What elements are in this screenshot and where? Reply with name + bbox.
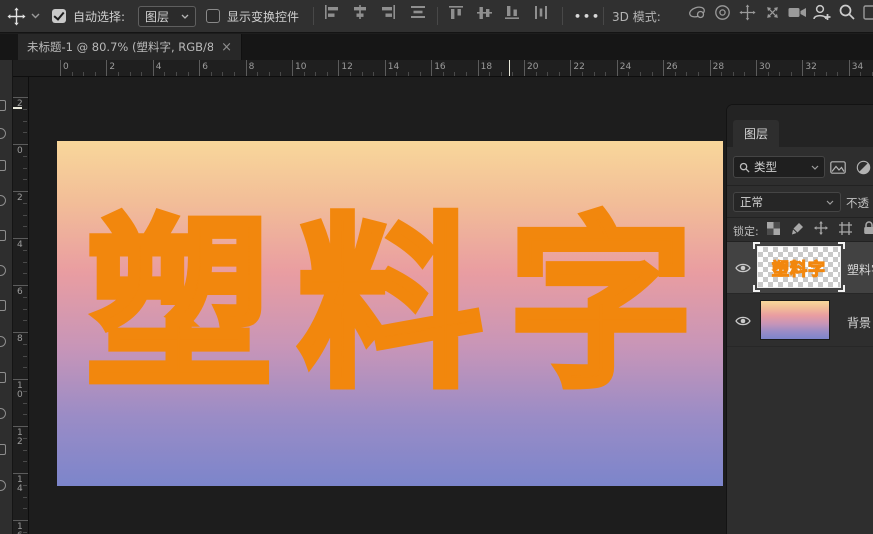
layer-filter-value: 类型 <box>754 160 777 174</box>
document-tab[interactable]: 未标题-1 @ 80.7% (塑料字, RGB/8#) * × <box>18 34 242 60</box>
layers-panel: 图层 类型 正常 不透 锁定: 塑料字 塑料 背景 <box>727 105 873 534</box>
tool-icon-fragment <box>0 336 6 347</box>
divider <box>727 217 873 218</box>
canvas-art-text: 塑料字 <box>84 197 720 413</box>
tool-icon-fragment <box>0 128 6 139</box>
divider <box>313 7 314 25</box>
workspace-icon[interactable] <box>861 0 873 24</box>
tool-icon-fragment <box>0 408 6 419</box>
chevron-down-icon <box>811 165 819 170</box>
tool-icon-fragment <box>0 195 6 206</box>
selection-corner <box>838 242 845 249</box>
tools-panel-edge[interactable] <box>0 60 13 534</box>
more-options-button[interactable]: ••• <box>574 0 601 32</box>
3d-roll-icon[interactable] <box>711 0 733 24</box>
lock-position-icon[interactable] <box>813 220 829 236</box>
distribute-horizontal-button[interactable] <box>530 0 552 24</box>
chevron-down-icon <box>826 200 834 205</box>
show-transform-checkbox[interactable] <box>206 0 220 32</box>
tool-icon-fragment <box>0 160 6 171</box>
tool-icon-fragment <box>0 100 6 111</box>
lock-label: 锁定: <box>733 225 759 238</box>
show-transform-label: 显示变换控件 <box>227 9 300 24</box>
visibility-eye-icon[interactable] <box>735 262 751 274</box>
photoshop-window: 自动选择: 图层 显示变换控件 ••• 3D 模式: 未标题-1 @ 80.7%… <box>0 0 873 534</box>
move-tool-icon <box>7 7 26 26</box>
horizontal-ruler[interactable]: 0 2 4 6 8 10 12 14 16 18 20 22 24 26 28 30 32 34 <box>13 60 873 77</box>
auto-select-label: 自动选择: <box>73 9 126 24</box>
lock-artboard-icon[interactable] <box>837 220 853 236</box>
tool-icon-fragment <box>0 480 6 491</box>
divider <box>727 346 873 347</box>
opacity-label: 不透 <box>846 196 869 210</box>
thumbnail-text: 塑料字 <box>771 259 826 280</box>
tool-preset-chevron-icon[interactable] <box>31 0 40 32</box>
align-bottom-button[interactable] <box>502 0 524 24</box>
mode-3d-label: 3D 模式: <box>612 9 661 24</box>
canvas[interactable]: 塑料字 <box>57 141 723 486</box>
cursor-position-marker <box>509 60 510 76</box>
selection-corner <box>753 285 760 292</box>
auto-select-target-dropdown[interactable]: 图层 <box>138 0 196 32</box>
layer-row-plastic-text[interactable]: 塑料字 塑料字 <box>727 242 873 293</box>
ellipsis-icon: ••• <box>574 9 602 23</box>
layer-filter-field[interactable]: 类型 <box>733 156 825 178</box>
divider <box>437 7 438 25</box>
move-tool-button[interactable] <box>7 0 26 32</box>
options-bar: 自动选择: 图层 显示变换控件 ••• 3D 模式: <box>0 0 873 33</box>
layer-name[interactable]: 背景 <box>847 314 871 331</box>
divider <box>562 7 563 25</box>
auto-select-checkbox[interactable] <box>52 0 66 32</box>
layer-row-background[interactable]: 背景 <box>727 294 873 346</box>
align-top-button[interactable] <box>446 0 468 24</box>
blend-mode-dropdown[interactable]: 正常 <box>733 192 841 212</box>
align-left-button[interactable] <box>321 0 343 24</box>
filter-pixel-layers-icon[interactable] <box>828 158 848 176</box>
lock-all-icon[interactable] <box>861 220 873 236</box>
chevron-down-icon <box>181 14 189 19</box>
lock-image-pixels-icon[interactable] <box>789 220 805 236</box>
auto-select-target-value: 图层 <box>145 9 170 24</box>
share-user-icon[interactable] <box>810 0 832 24</box>
3d-pan-icon[interactable] <box>736 0 758 24</box>
align-right-button[interactable] <box>377 0 399 24</box>
tool-icon-fragment <box>0 230 6 241</box>
3d-orbit-icon[interactable] <box>686 0 708 24</box>
selection-corner <box>753 242 760 249</box>
selection-corner <box>838 285 845 292</box>
document-tab-bar: 未标题-1 @ 80.7% (塑料字, RGB/8#) * × <box>0 34 873 60</box>
camera-icon[interactable] <box>786 0 808 24</box>
tool-icon-fragment <box>0 265 6 276</box>
layer-thumbnail[interactable]: 塑料字 <box>757 246 841 288</box>
tab-layers[interactable]: 图层 <box>733 120 780 147</box>
tool-icon-fragment <box>0 372 6 383</box>
lock-transparent-pixels-icon[interactable] <box>765 220 781 236</box>
layers-panel-tabbar: 图层 <box>727 105 873 147</box>
layer-thumbnail[interactable] <box>760 300 830 340</box>
3d-slide-icon[interactable] <box>761 0 783 24</box>
search-icon[interactable] <box>836 0 858 24</box>
cursor-position-marker <box>13 107 22 109</box>
visibility-eye-icon[interactable] <box>735 315 751 327</box>
distribute-vertical-button[interactable] <box>407 0 429 24</box>
document-tab-title: 未标题-1 @ 80.7% (塑料字, RGB/8#) * <box>27 40 214 54</box>
blend-mode-value: 正常 <box>740 195 763 209</box>
filter-adjustment-layers-icon[interactable] <box>853 158 873 176</box>
layer-name[interactable]: 塑料字 <box>847 261 873 278</box>
search-icon <box>739 162 750 173</box>
align-vertical-centers-button[interactable] <box>474 0 496 24</box>
align-horizontal-centers-button[interactable] <box>349 0 371 24</box>
divider <box>727 185 873 186</box>
tool-icon-fragment <box>0 444 6 455</box>
divider <box>603 7 604 25</box>
tool-icon-fragment <box>0 300 6 311</box>
vertical-ruler[interactable]: 2024681 01 21 41 6 <box>13 77 29 534</box>
tab-close-icon[interactable]: × <box>221 40 232 55</box>
